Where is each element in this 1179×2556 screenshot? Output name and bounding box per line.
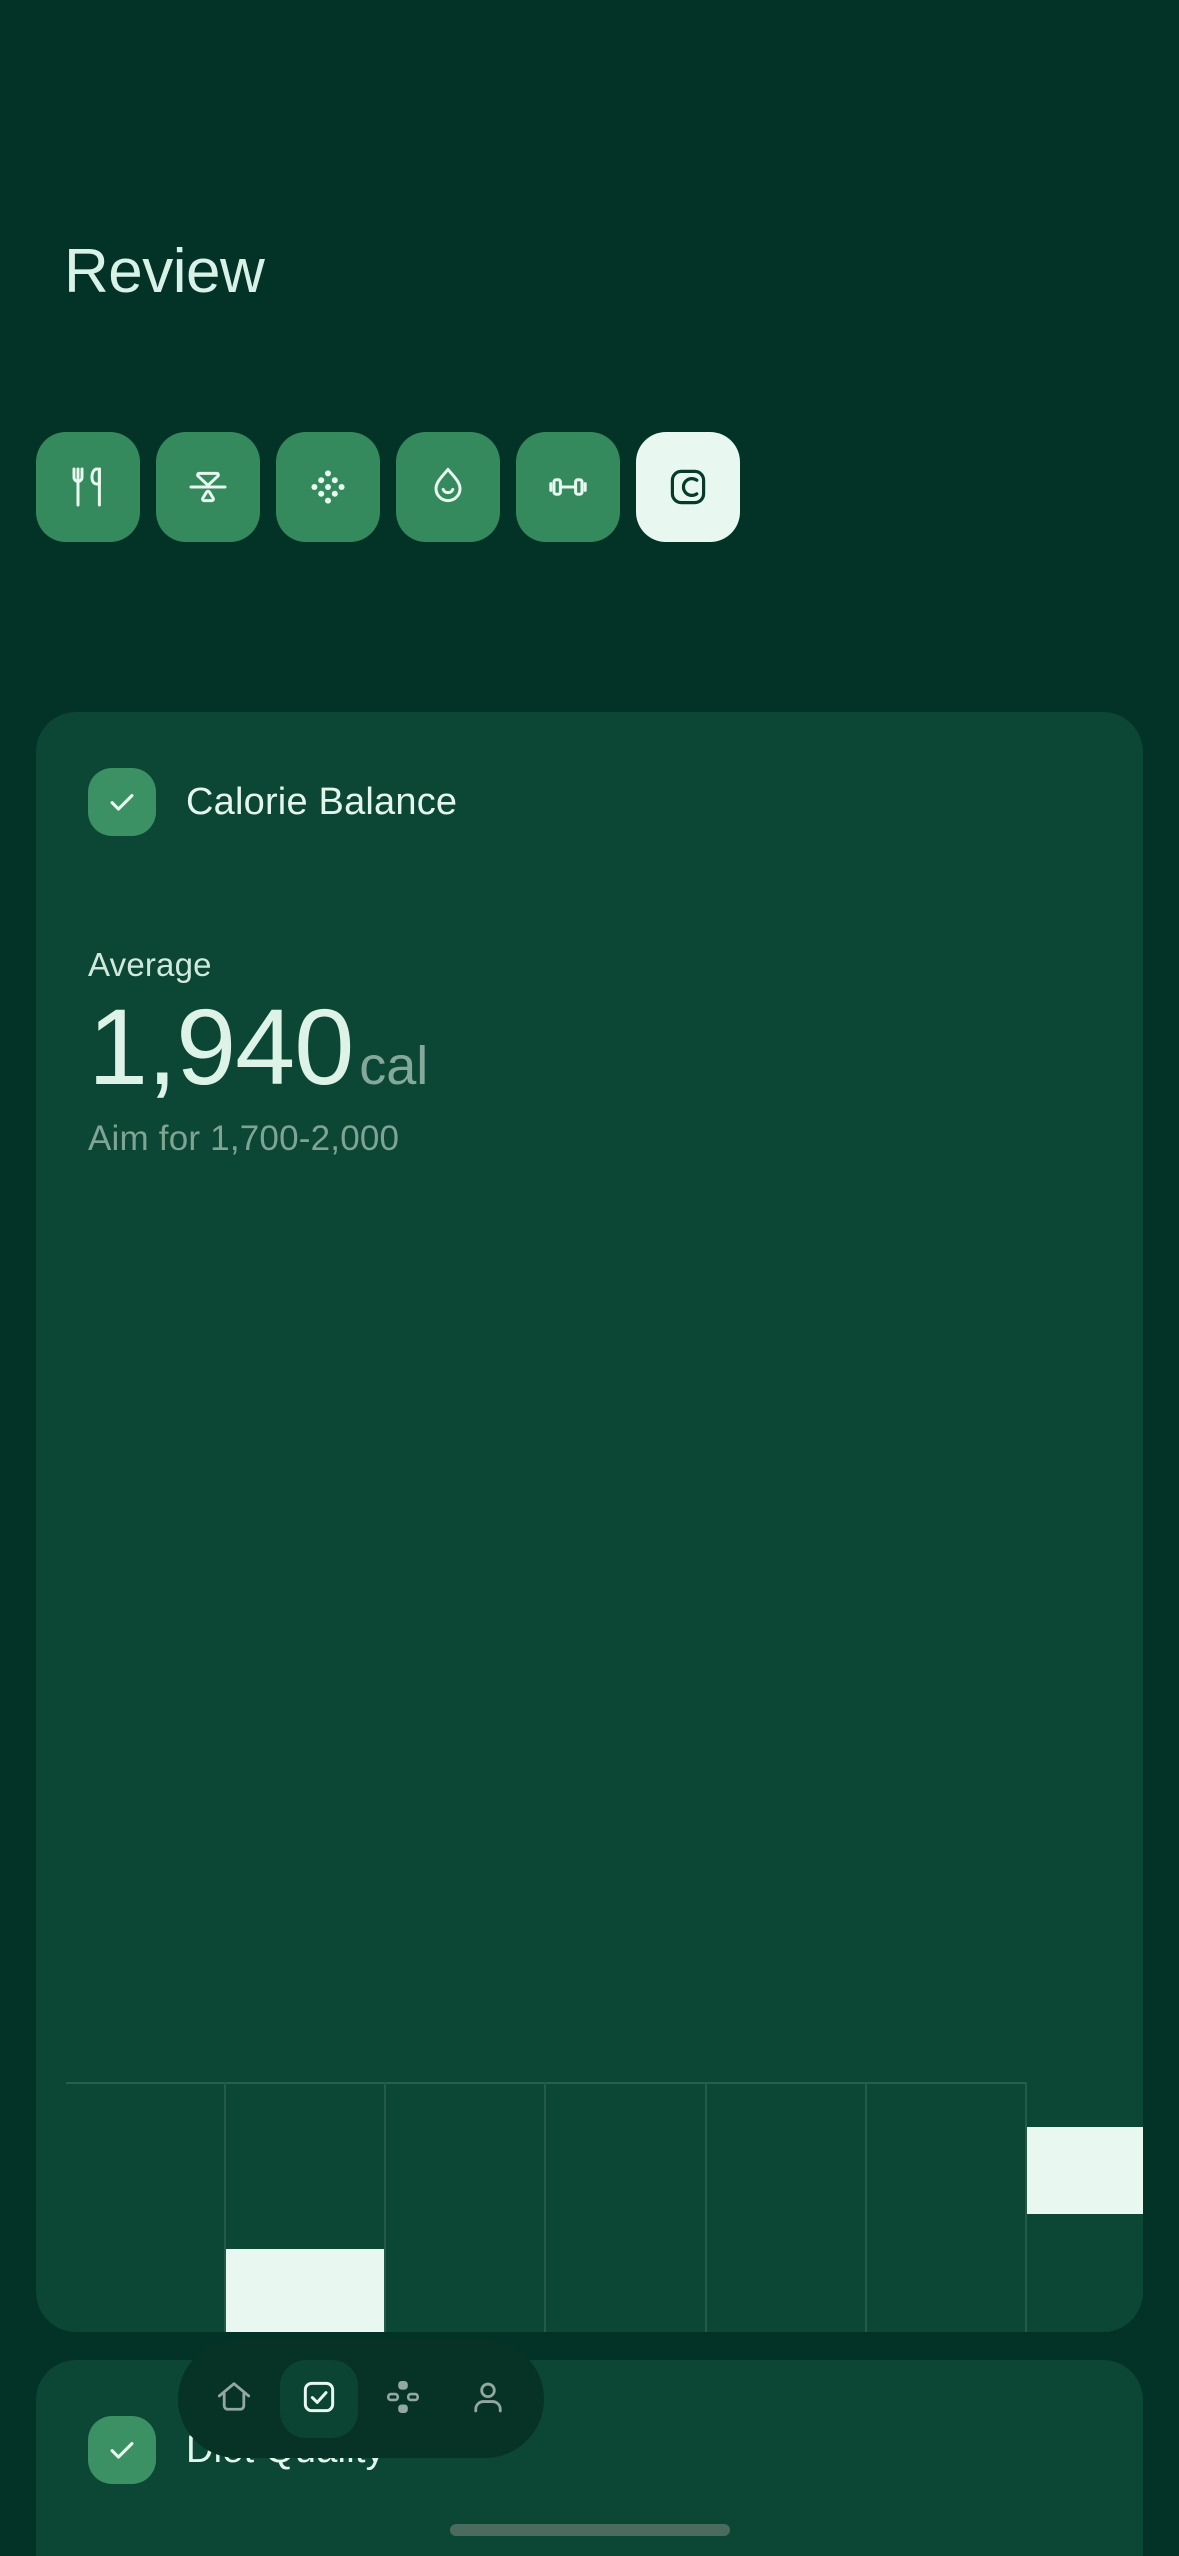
tab-activity[interactable]	[516, 432, 620, 542]
dumbbell-icon	[544, 463, 592, 511]
dots-diamond-icon	[304, 463, 352, 511]
person-icon	[467, 2376, 509, 2423]
nav-home[interactable]	[195, 2360, 273, 2438]
nav-apps[interactable]	[364, 2360, 442, 2438]
card-title: Calorie Balance	[186, 780, 458, 823]
chart-column-thu[interactable]	[704, 2082, 865, 2332]
app-screen: Review Calorie Balance Average 1,940 cal…	[0, 0, 1179, 2556]
water-drop-icon	[424, 463, 472, 511]
chart-bar-mon	[226, 2248, 385, 2332]
grid-apps-icon	[382, 2376, 424, 2423]
metric-block: Average 1,940 cal Aim for 1,700-2,000	[36, 836, 1143, 1159]
chart-bar-sat	[1026, 2127, 1143, 2215]
check-square-icon	[298, 2376, 340, 2423]
chart-column-fri[interactable]	[864, 2082, 1025, 2332]
nav-profile[interactable]	[449, 2360, 527, 2438]
tab-hydration[interactable]	[396, 432, 500, 542]
home-icon	[213, 2376, 255, 2423]
metric-unit: cal	[359, 1036, 429, 1096]
check-icon	[88, 768, 156, 836]
metric-block: Average	[36, 2484, 1143, 2556]
tab-balance[interactable]	[156, 432, 260, 542]
tab-nutrients[interactable]	[276, 432, 380, 542]
chart-column-top-line	[866, 2082, 1025, 2084]
home-indicator	[449, 2524, 730, 2536]
metric-value: 1,940	[88, 986, 354, 1107]
chart-column-top-line	[386, 2082, 545, 2084]
tab-calories[interactable]	[636, 432, 740, 542]
chart-column-top-line	[546, 2082, 705, 2084]
card-calorie-balance[interactable]: Calorie Balance Average 1,940 cal Aim fo…	[36, 712, 1143, 2332]
metric-label: Average	[88, 946, 212, 983]
card-header: Calorie Balance	[36, 712, 1143, 836]
fork-knife-icon	[64, 463, 112, 511]
chart-column-mon[interactable]	[224, 2082, 385, 2332]
chart-column-sun[interactable]	[66, 2082, 225, 2332]
page-title: Review	[64, 237, 265, 306]
balance-scale-icon	[184, 463, 232, 511]
tab-meals[interactable]	[36, 432, 140, 542]
chart-column-sat[interactable]	[1024, 2082, 1143, 2332]
calorie-c-icon	[664, 463, 712, 511]
category-tab-strip	[36, 432, 740, 542]
check-icon	[88, 2416, 156, 2484]
chart-column-top-line	[706, 2082, 865, 2084]
chart-column-top-line	[226, 2082, 385, 2084]
metric-row: 1,940 cal	[88, 986, 1143, 1107]
chart-column-top-line	[66, 2082, 225, 2084]
chart-plot-area	[66, 2082, 1143, 2332]
nav-checks[interactable]	[279, 2360, 358, 2438]
weekly-calorie-chart[interactable]: SunMonTueWedThuFriSat	[36, 2082, 1143, 2332]
chart-column-wed[interactable]	[544, 2082, 705, 2332]
chart-column-tue[interactable]	[384, 2082, 545, 2332]
bottom-navigation-bar	[178, 2340, 544, 2458]
metric-target-range: Aim for 1,700-2,000	[88, 1119, 400, 1159]
